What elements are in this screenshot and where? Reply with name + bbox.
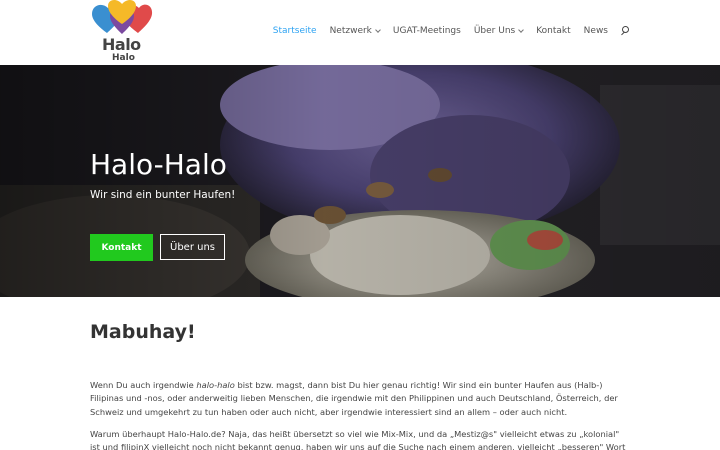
intro-text-emphasis: halo-halo bbox=[196, 380, 235, 390]
nav-item-label: Startseite bbox=[272, 26, 317, 36]
nav-item-startseite[interactable]: Startseite bbox=[273, 26, 317, 36]
site-logo[interactable]: Halo Halo bbox=[90, 0, 154, 64]
hero-subtitle: Wir sind ein bunter Haufen! bbox=[90, 189, 236, 201]
nav-item-label: Kontakt bbox=[536, 26, 571, 36]
chevron-down-icon bbox=[375, 26, 381, 33]
logo-wordmark: Halo bbox=[102, 35, 141, 54]
hero-title: Halo-Halo bbox=[90, 148, 227, 181]
search-icon[interactable] bbox=[620, 25, 630, 37]
main-navigation: Startseite Netzwerk UGAT-Meetings Über U… bbox=[260, 25, 630, 37]
nav-item-label: Netzwerk bbox=[329, 26, 372, 36]
nav-item-label: UGAT-Meetings bbox=[392, 26, 461, 36]
kontakt-button[interactable]: Kontakt bbox=[90, 234, 153, 261]
nav-item-label: News bbox=[583, 26, 608, 36]
hero-section: Halo-Halo Wir sind ein bunter Haufen! Ko… bbox=[0, 65, 720, 297]
page-heading: Mabuhay! bbox=[90, 321, 196, 343]
ueber-uns-button[interactable]: Über uns bbox=[160, 234, 225, 260]
intro-text-start: Wenn Du auch irgendwie bbox=[90, 380, 197, 390]
logo-hearts-icon bbox=[92, 0, 153, 35]
site-header: Halo Halo Startseite Netzwerk UGAT-Meeti… bbox=[0, 0, 720, 65]
logo-wordmark-small: Halo bbox=[112, 53, 135, 63]
nav-item-label: Über Uns bbox=[473, 26, 516, 36]
why-paragraph: Warum überhaupt Halo-Halo.de? Naja, das … bbox=[90, 429, 626, 450]
nav-item-netzwerk[interactable]: Netzwerk bbox=[329, 26, 381, 36]
hero-background-image bbox=[0, 65, 720, 297]
chevron-down-icon bbox=[518, 26, 525, 33]
nav-item-kontakt[interactable]: Kontakt bbox=[536, 26, 570, 36]
intro-paragraph: Wenn Du auch irgendwie halo-halo bist bz… bbox=[90, 379, 630, 419]
nav-item-ueber-uns[interactable]: Über Uns bbox=[473, 26, 525, 36]
nav-item-news[interactable]: News bbox=[584, 26, 608, 36]
nav-item-ugat-meetings[interactable]: UGAT-Meetings bbox=[393, 26, 461, 36]
